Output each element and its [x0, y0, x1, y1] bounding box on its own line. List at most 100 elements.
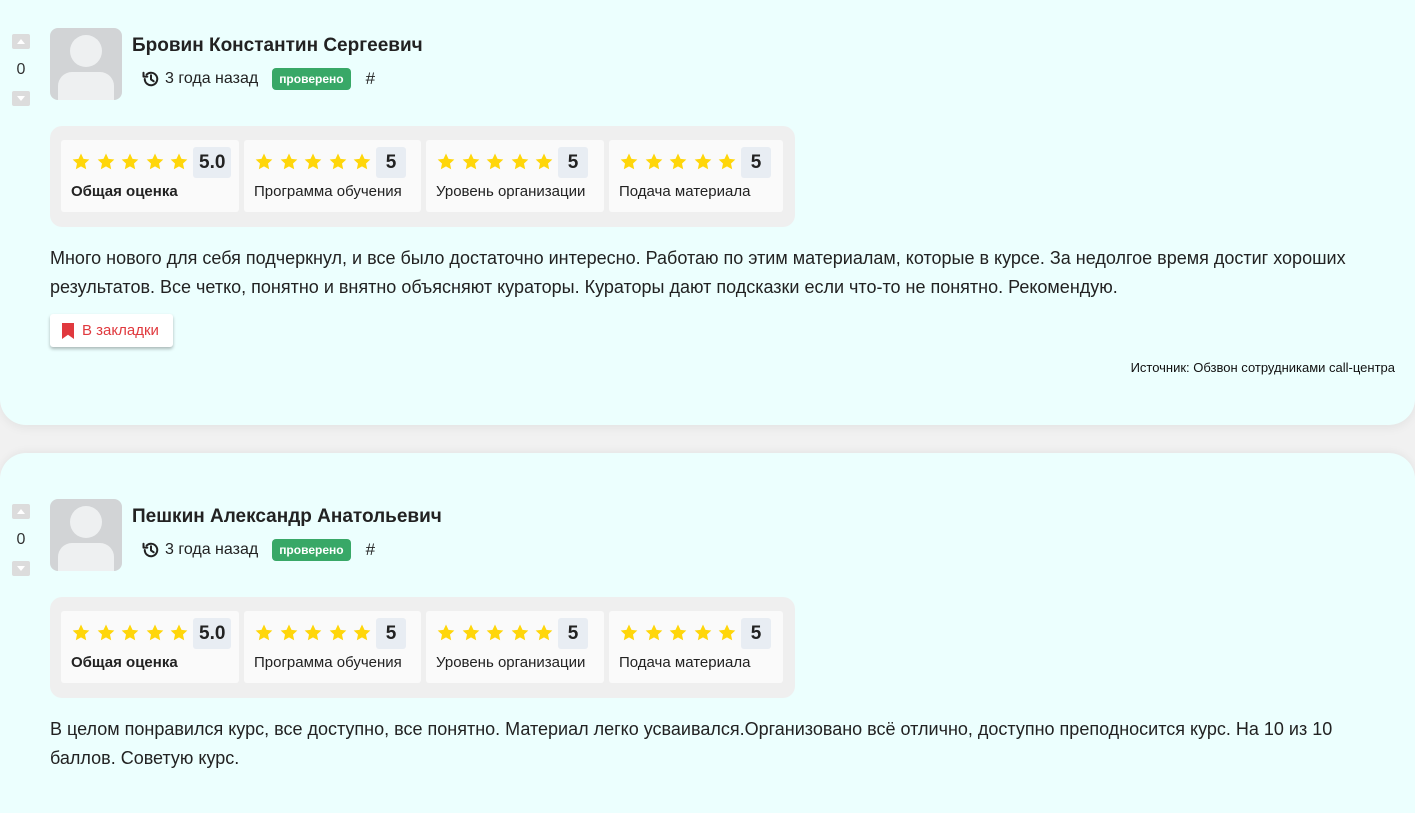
rating-organization: 5 Уровень организации — [426, 611, 604, 683]
rating-label: Программа обучения — [254, 183, 402, 200]
star-icon — [511, 153, 528, 170]
rating-label: Подача материала — [619, 654, 751, 671]
rating-program: 5 Программа обучения — [244, 140, 421, 212]
review-card: 0 Пешкин Александр Анатольевич 3 года на… — [0, 453, 1415, 813]
vote-count: 0 — [16, 531, 26, 548]
bookmark-icon — [62, 322, 74, 339]
rating-label: Подача материала — [619, 183, 751, 200]
star-icon — [353, 153, 371, 170]
star-icon — [437, 624, 455, 641]
rating-score: 5.0 — [193, 618, 232, 649]
star-icon — [329, 153, 346, 170]
star-icon — [486, 624, 504, 641]
star-icon — [121, 153, 139, 170]
star-icon — [462, 624, 479, 641]
rating-overall: 5.0 Общая оценка — [61, 140, 239, 212]
star-icon — [694, 153, 711, 170]
star-icon — [462, 153, 479, 170]
star-icon — [620, 624, 638, 641]
rating-delivery: 5 Подача материала — [609, 611, 783, 683]
rating-score: 5 — [741, 147, 771, 178]
star-icon — [280, 153, 297, 170]
avatar — [50, 499, 122, 571]
review-date: 3 года назад — [165, 70, 259, 87]
rating-label: Общая оценка — [71, 654, 178, 671]
review-source: Источник: Обзвон сотрудниками call-центр… — [1130, 360, 1395, 375]
rating-score: 5 — [558, 618, 588, 649]
review-text: Много нового для себя подчеркнул, и все … — [50, 248, 1346, 297]
bookmark-button[interactable]: В закладки — [50, 314, 173, 347]
star-icon — [486, 153, 504, 170]
star-rating — [436, 152, 559, 174]
star-icon — [645, 153, 662, 170]
rating-program: 5 Программа обучения — [244, 611, 421, 683]
star-icon — [645, 624, 662, 641]
vote-widget: 0 — [12, 504, 30, 576]
star-icon — [170, 624, 188, 641]
star-icon — [255, 153, 273, 170]
star-rating — [71, 152, 194, 174]
star-icon — [620, 153, 638, 170]
author-name: Пешкин Александр Анатольевич — [132, 506, 442, 527]
rating-organization: 5 Уровень организации — [426, 140, 604, 212]
star-icon — [255, 624, 273, 641]
star-icon — [718, 153, 736, 170]
rating-label: Общая оценка — [71, 183, 178, 200]
vote-up-icon[interactable] — [12, 504, 30, 519]
star-icon — [170, 153, 188, 170]
rating-label: Программа обучения — [254, 654, 402, 671]
star-icon — [304, 624, 322, 641]
star-icon — [97, 153, 114, 170]
star-icon — [669, 153, 687, 170]
rating-label: Уровень организации — [436, 654, 586, 671]
star-icon — [72, 624, 90, 641]
star-rating — [619, 623, 742, 645]
verified-badge: проверено — [272, 539, 351, 561]
avatar — [50, 28, 122, 100]
star-rating — [71, 623, 194, 645]
vote-up-icon[interactable] — [12, 34, 30, 49]
vote-down-icon[interactable] — [12, 91, 30, 106]
star-icon — [353, 624, 371, 641]
star-icon — [694, 624, 711, 641]
rating-delivery: 5 Подача материала — [609, 140, 783, 212]
rating-score: 5 — [741, 618, 771, 649]
review-text: В целом понравился курс, все доступно, в… — [50, 719, 1333, 768]
rating-overall: 5.0 Общая оценка — [61, 611, 239, 683]
star-icon — [146, 624, 163, 641]
star-rating — [436, 623, 559, 645]
star-icon — [304, 153, 322, 170]
star-rating — [254, 152, 377, 174]
star-icon — [97, 624, 114, 641]
star-icon — [511, 624, 528, 641]
review-card: 0 Бровин Константин Сергеевич 3 года наз… — [0, 0, 1415, 425]
rating-score: 5 — [376, 618, 406, 649]
star-icon — [535, 153, 553, 170]
rating-score: 5.0 — [193, 147, 232, 178]
star-icon — [72, 153, 90, 170]
rating-score: 5 — [558, 147, 588, 178]
star-rating — [619, 152, 742, 174]
star-icon — [669, 624, 687, 641]
permalink-anchor[interactable]: # — [366, 69, 375, 89]
star-icon — [535, 624, 553, 641]
star-rating — [254, 623, 377, 645]
ratings-panel: 5.0 Общая оценка 5 Программа обучения 5 … — [50, 597, 795, 698]
star-icon — [329, 624, 346, 641]
verified-badge: проверено — [272, 68, 351, 90]
ratings-panel: 5.0 Общая оценка 5 Программа обучения 5 … — [50, 126, 795, 227]
rating-label: Уровень организации — [436, 183, 586, 200]
vote-count: 0 — [16, 61, 26, 78]
star-icon — [437, 153, 455, 170]
review-meta: 3 года назад проверено # — [141, 538, 375, 562]
vote-down-icon[interactable] — [12, 561, 30, 576]
vote-widget: 0 — [12, 34, 30, 106]
review-date: 3 года назад — [165, 541, 259, 558]
star-icon — [718, 624, 736, 641]
star-icon — [280, 624, 297, 641]
history-icon — [142, 71, 159, 87]
permalink-anchor[interactable]: # — [366, 540, 375, 560]
rating-score: 5 — [376, 147, 406, 178]
bookmark-label: В закладки — [82, 322, 159, 339]
review-meta: 3 года назад проверено # — [141, 67, 375, 91]
